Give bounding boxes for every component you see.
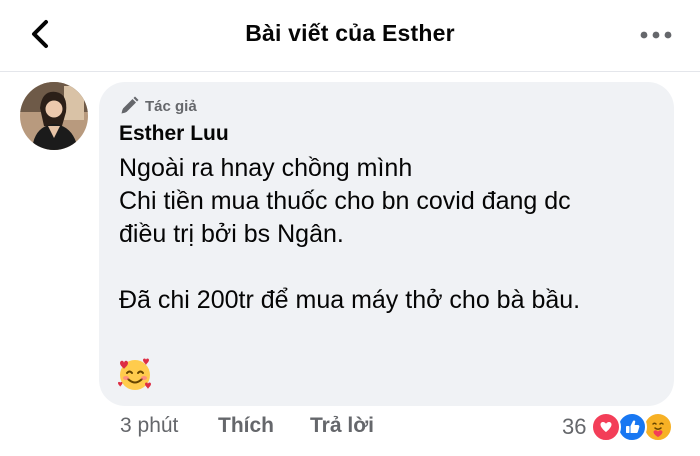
comment-line: Ngoài ra hnay chồng mình [119, 154, 413, 182]
reply-button[interactable]: Trả lời [310, 414, 374, 438]
comment-line: Đã chi 200tr để mua máy thở cho bà bầu. [119, 286, 581, 314]
comment-actions: 3 phút Thích Trả lời [120, 414, 374, 438]
care-reaction-icon [643, 412, 674, 442]
top-bar: Bài viết của Esther [0, 0, 700, 72]
pencil-icon [121, 96, 139, 114]
reaction-count: 36 [562, 414, 587, 439]
author-badge: Tác giả [119, 96, 197, 116]
ellipsis-icon [640, 31, 672, 39]
comment-line: điều trị bởi bs Ngân. [119, 220, 344, 248]
more-options-button[interactable] [636, 22, 676, 48]
comment-timestamp[interactable]: 3 phút [120, 414, 218, 438]
comment-line: Chi tiền mua thuốc cho bn covid đang dc [119, 187, 571, 215]
comment-author[interactable]: Esther Luu [119, 122, 229, 146]
comment-bubble: Tác giả Esther Luu Ngoài ra hnay chồng m… [99, 82, 674, 406]
page-title: Bài viết của Esther [245, 20, 455, 46]
reactions-summary[interactable]: 36 [562, 412, 675, 442]
author-badge-label: Tác giả [145, 97, 197, 115]
comment-text: Ngoài ra hnay chồng mình Chi tiền mua th… [119, 152, 664, 317]
comment-line [119, 251, 664, 284]
like-button[interactable]: Thích [218, 414, 310, 438]
like-reaction-icon [617, 412, 648, 442]
reaction-icons [591, 412, 675, 442]
heart-reaction-icon [591, 412, 622, 442]
user-avatar[interactable] [20, 82, 88, 150]
smiling-face-with-hearts-icon [117, 356, 153, 392]
